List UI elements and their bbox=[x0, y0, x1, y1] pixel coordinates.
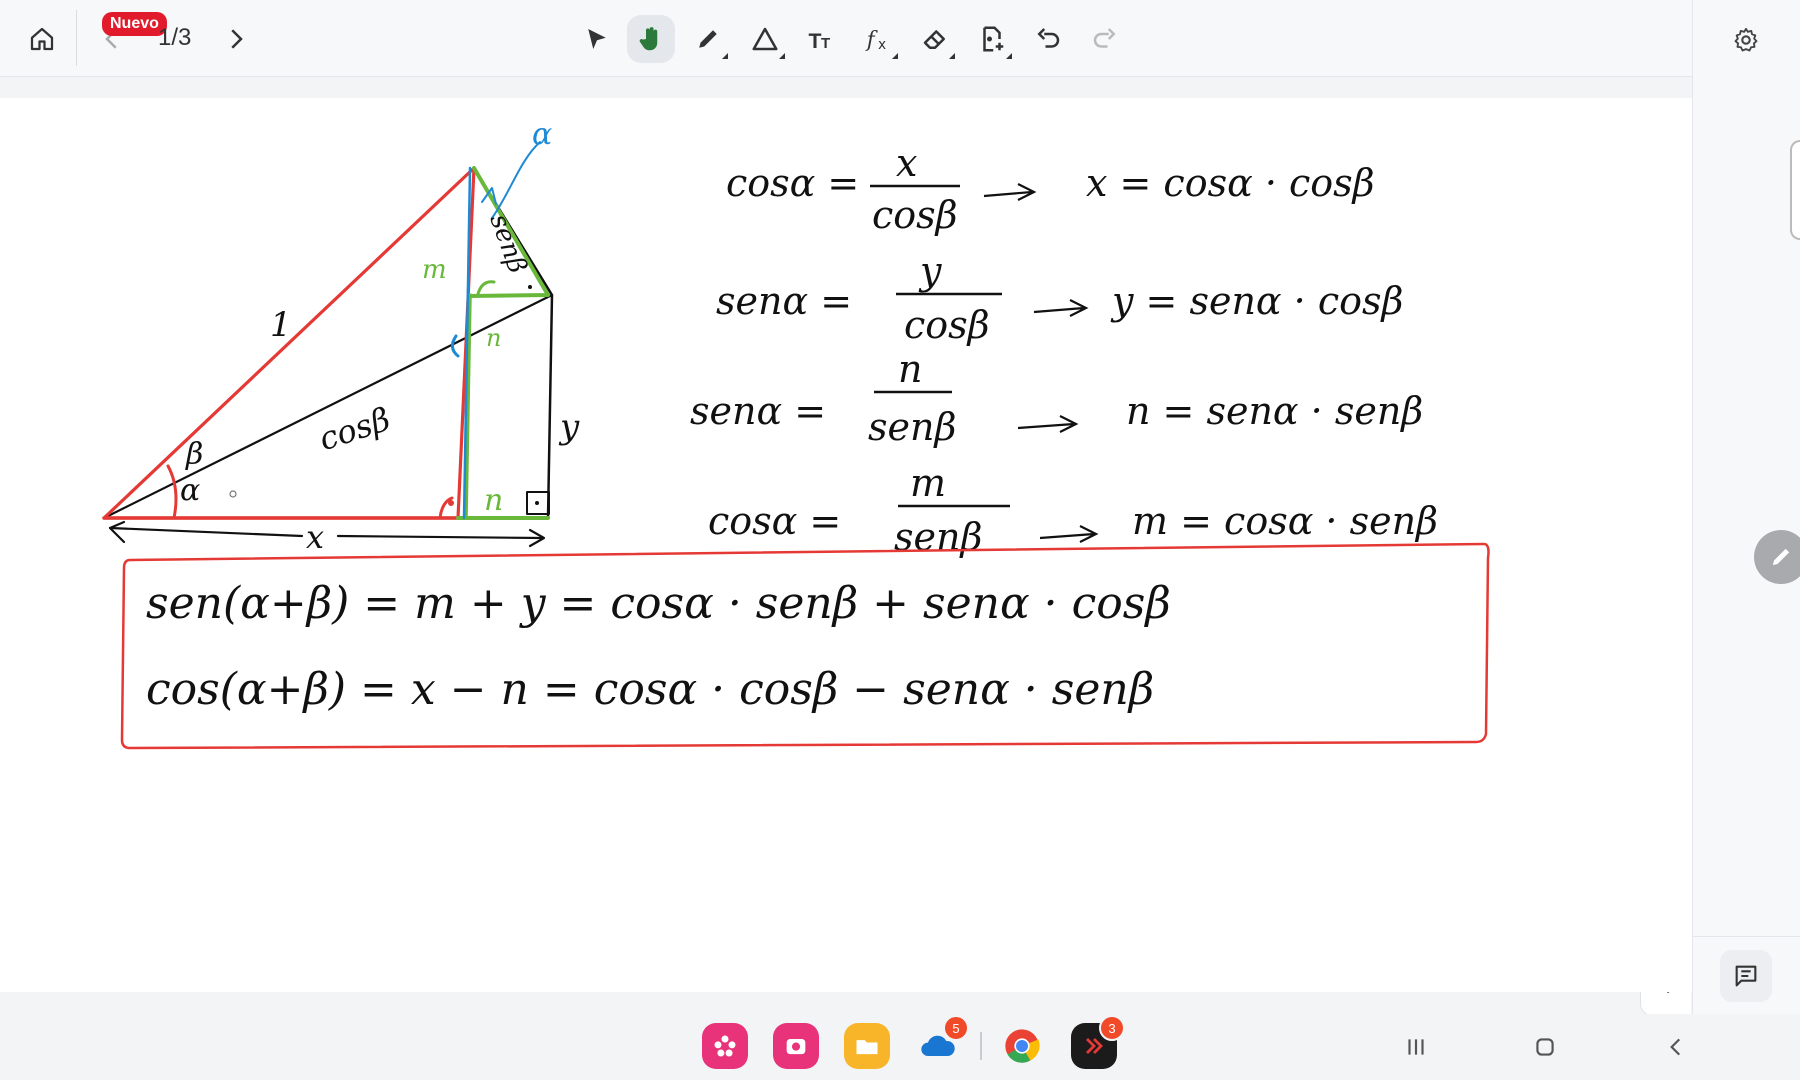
shape-icon[interactable] bbox=[741, 15, 789, 63]
summary-text: sen(α+β) = m + y = cosα · senβ + senα · … bbox=[146, 578, 1171, 715]
home-nav-icon[interactable] bbox=[1525, 1030, 1565, 1064]
back-nav-icon[interactable] bbox=[1656, 1030, 1696, 1064]
green-angle-arc bbox=[476, 280, 496, 296]
eq1-rhs: x = cosα · cosβ bbox=[1086, 161, 1375, 205]
blue-angle-mark bbox=[451, 334, 460, 358]
eq3-den: senβ bbox=[868, 405, 956, 449]
camera-app-icon[interactable] bbox=[773, 1023, 819, 1069]
chrome-icon[interactable] bbox=[999, 1023, 1045, 1069]
x-label: x bbox=[306, 518, 324, 556]
eq2-den: cosβ bbox=[904, 303, 990, 347]
flower-app-icon[interactable] bbox=[702, 1023, 748, 1069]
rail-divider bbox=[1692, 936, 1800, 937]
eq2-rhs: y = senα · cosβ bbox=[1110, 279, 1403, 323]
m-label: m bbox=[422, 255, 447, 285]
pen-icon[interactable] bbox=[684, 15, 732, 63]
code-badge: 3 bbox=[1099, 1015, 1125, 1041]
comment-icon[interactable] bbox=[1720, 950, 1772, 1002]
pen-fab-icon[interactable] bbox=[1754, 530, 1800, 584]
page-indicator: 1/3 bbox=[158, 24, 192, 51]
insert-page-icon[interactable] bbox=[968, 15, 1016, 63]
cloud-app-icon[interactable]: 5 bbox=[915, 1015, 969, 1069]
cosb-label: cosβ bbox=[314, 400, 394, 458]
folder-app-icon[interactable] bbox=[844, 1023, 890, 1069]
canvas-dot bbox=[229, 490, 237, 498]
alpha-top-label: α bbox=[532, 117, 552, 152]
n-label: n bbox=[484, 483, 503, 518]
blue-arrow bbox=[491, 141, 541, 219]
svg-text:x: x bbox=[878, 37, 886, 53]
code-app-icon[interactable]: 3 bbox=[1071, 1015, 1125, 1069]
beta-label: β bbox=[185, 437, 203, 472]
next-page-icon[interactable] bbox=[212, 15, 260, 63]
green-n-mark: n bbox=[486, 324, 501, 352]
summary-line-cos: cos(α+β) = x − n = cosα · cosβ − senα · … bbox=[146, 664, 1154, 715]
summary-line-sin: sen(α+β) = m + y = cosα · senβ + senα · … bbox=[146, 578, 1171, 629]
top-toolbar: Nuevo 1/3 TT fx bbox=[0, 0, 1692, 77]
summary-box bbox=[120, 542, 1490, 750]
eq3-rhs: n = senα · senβ bbox=[1126, 389, 1423, 433]
taskbar-divider bbox=[980, 1032, 982, 1060]
panel-pull-tab[interactable] bbox=[1790, 140, 1800, 240]
eq4-lhs: cosα = bbox=[708, 499, 841, 543]
note-canvas[interactable]: 1 cosβ senβ m n n y x α β α cosα = x cos… bbox=[0, 98, 1692, 992]
right-rail bbox=[1692, 0, 1800, 1014]
equations-block: cosα = x cosβ x = cosα · cosβ senα = y c… bbox=[690, 141, 1438, 559]
text-icon[interactable]: TT bbox=[797, 15, 845, 63]
eq1-num: x bbox=[896, 141, 917, 185]
gear-icon[interactable] bbox=[1724, 18, 1768, 62]
svg-text:f: f bbox=[865, 28, 879, 53]
recent-apps-icon[interactable] bbox=[1396, 1030, 1436, 1064]
eq2-num: y bbox=[918, 249, 942, 293]
toolbar-divider bbox=[76, 10, 77, 66]
eq4-num: m bbox=[910, 461, 946, 505]
undo-icon[interactable] bbox=[1024, 15, 1072, 63]
eq4-den: senβ bbox=[894, 515, 982, 559]
select-arrow-icon[interactable] bbox=[573, 15, 621, 63]
home-icon[interactable] bbox=[18, 15, 66, 63]
alpha-label: α bbox=[180, 473, 200, 508]
x-arrow bbox=[108, 526, 544, 540]
eq2-lhs: senα = bbox=[716, 279, 852, 323]
eq3-num: n bbox=[898, 347, 922, 391]
svg-text:T: T bbox=[821, 35, 830, 52]
red-angle-arc bbox=[166, 464, 178, 520]
y-label: y bbox=[558, 407, 580, 447]
svg-text:T: T bbox=[809, 29, 822, 53]
hyp-label: 1 bbox=[270, 305, 292, 345]
eraser-icon[interactable] bbox=[911, 15, 959, 63]
eq1-lhs: cosα = bbox=[726, 161, 859, 205]
redo-icon[interactable] bbox=[1081, 15, 1129, 63]
eq3-lhs: senα = bbox=[690, 389, 826, 433]
senb-label: senβ bbox=[483, 210, 532, 277]
formula-icon[interactable]: fx bbox=[854, 15, 902, 63]
hand-icon[interactable] bbox=[627, 15, 675, 63]
eq1-den: cosβ bbox=[872, 193, 958, 237]
eq4-rhs: m = cosα · senβ bbox=[1132, 499, 1438, 543]
cloud-badge: 5 bbox=[943, 1015, 969, 1041]
